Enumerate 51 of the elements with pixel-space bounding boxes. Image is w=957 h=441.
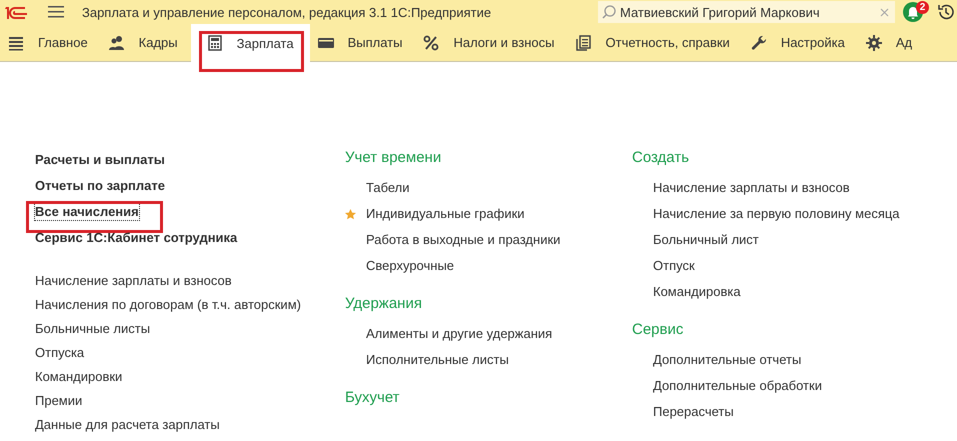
section-tab[interactable]: Отчетность, справки	[568, 24, 743, 61]
command-link[interactable]: Индивидуальные графики	[366, 201, 525, 227]
section-link[interactable]: Сервис 1С:Кабинет сотрудника	[35, 229, 238, 246]
section-tab[interactable]: Налоги и взносы	[415, 24, 568, 61]
journal-link[interactable]: Начисления по договорам (в т.ч. авторским)	[35, 293, 301, 317]
bell-icon	[907, 6, 919, 18]
people-icon	[108, 34, 125, 50]
journal-link[interactable]: Командировки	[35, 365, 122, 389]
journal-link[interactable]: Премии	[35, 389, 82, 413]
command-link[interactable]: Больничный лист	[653, 227, 759, 253]
journal-link[interactable]: Больничные листы	[35, 317, 150, 341]
journal-link[interactable]: Отпуска	[35, 341, 84, 365]
section-tab[interactable]: Главное	[0, 24, 101, 61]
wrench-icon	[750, 34, 767, 50]
group-heading: Удержания	[345, 294, 422, 314]
command-link[interactable]: Работа в выходные и праздники	[366, 227, 560, 253]
search-field[interactable]: Матвиевский Григорий Маркович	[598, 1, 895, 23]
command-link[interactable]: Отпуск	[653, 253, 695, 279]
command-link[interactable]: Исполнительные листы	[366, 347, 509, 373]
command-link[interactable]: Дополнительные обработки	[653, 373, 822, 399]
journal-link[interactable]: Начисление зарплаты и взносов	[35, 269, 232, 293]
window-title: Зарплата и управление персоналом, редакция 3.1 1С:Предприятие	[82, 4, 492, 20]
section-link[interactable]: Все начисления	[35, 203, 139, 220]
command-link[interactable]: Дополнительные отчеты	[653, 347, 802, 373]
section-tab[interactable]: Ад	[858, 24, 926, 61]
group-heading: Бухучет	[345, 388, 400, 408]
command-link[interactable]: Начисление зарплаты и взносов	[653, 175, 850, 201]
section-tab[interactable]: Кадры	[100, 24, 191, 61]
journal-link[interactable]: Данные для расчета зарплаты	[35, 413, 220, 437]
menu-icon[interactable]	[48, 5, 64, 19]
section-tab[interactable]: Выплаты	[310, 24, 416, 61]
menu-icon	[8, 34, 24, 50]
command-link[interactable]: Алименты и другие удержания	[366, 321, 552, 347]
notification-badge: 2	[916, 1, 929, 14]
group-heading: Создать	[632, 148, 690, 168]
command-link[interactable]: Перерасчеты	[653, 399, 734, 425]
command-link[interactable]: Командировка	[653, 279, 741, 305]
group-heading: Сервис	[632, 320, 684, 340]
command-link[interactable]: Сверхурочные	[366, 253, 454, 279]
section-link[interactable]: Отчеты по зарплате	[35, 177, 165, 194]
documents-icon	[576, 34, 592, 50]
calculator-icon	[206, 35, 223, 51]
section-tab[interactable]: Настройка	[742, 24, 858, 61]
section-link[interactable]: Расчеты и выплаты	[35, 151, 165, 168]
command-link[interactable]: Начисление за первую половину месяца	[653, 201, 900, 227]
search-icon	[602, 5, 616, 19]
group-heading: Учет времени	[345, 148, 442, 168]
settings-icon	[866, 34, 882, 50]
percent-icon	[423, 34, 440, 50]
command-link[interactable]: Табели	[366, 175, 410, 201]
history-icon[interactable]	[937, 3, 955, 21]
